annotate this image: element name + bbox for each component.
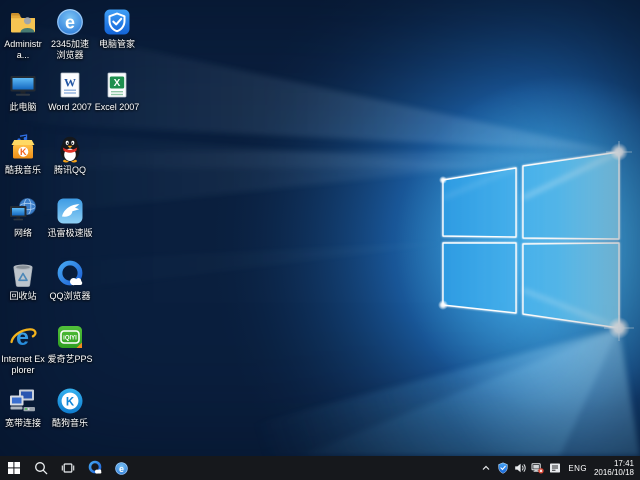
pc-manager-tray-icon [497, 462, 509, 474]
chevron-up-icon [480, 462, 492, 474]
kuwo-music-box-icon: K [0, 131, 46, 163]
kugou-music-icon: K [47, 384, 93, 416]
desktop-icon-label: 宽带连接 [0, 418, 46, 429]
desktop-icon-label: 爱奇艺PPS [47, 354, 93, 365]
svg-text:iQIYI: iQIYI [63, 336, 77, 342]
thunder-bird-icon [47, 194, 93, 226]
iqiyi-pps-icon: iQIYI [47, 320, 93, 352]
desktop-icon-this-pc[interactable]: 此电脑 [0, 68, 46, 113]
qq-penguin-icon [47, 131, 93, 163]
clock-date: 2016/10/18 [594, 468, 634, 477]
start-button[interactable] [0, 456, 27, 480]
desktop-icon-label: 2345加速浏览器 [47, 39, 93, 60]
internet-explorer-icon: e [0, 320, 46, 352]
tray-ime[interactable] [549, 462, 561, 474]
browser-2345-icon: e [47, 5, 93, 37]
svg-text:e: e [119, 463, 124, 473]
desktop-icon-iqiyi-pps[interactable]: iQIYI 爱奇艺PPS [47, 320, 93, 365]
search-icon [34, 461, 48, 475]
broadband-connection-icon [0, 384, 46, 416]
word-document-icon: W [47, 68, 93, 100]
desktop-icon-pc-manager[interactable]: 电脑管家 [94, 5, 140, 50]
desktop-icon-2345-browser[interactable]: e 2345加速浏览器 [47, 5, 93, 60]
svg-text:X: X [114, 78, 121, 89]
tray-volume[interactable] [514, 462, 526, 474]
desktop-icon-label: QQ浏览器 [47, 291, 93, 302]
windows-desktop-screen: Administra... e 2345加速浏览器 电脑管家 [0, 0, 640, 480]
task-view-icon [61, 461, 75, 475]
network-globe-icon [0, 194, 46, 226]
desktop-icon-label: 酷我音乐 [0, 165, 46, 176]
qq-browser-q-icon [47, 257, 93, 289]
svg-text:K: K [66, 397, 75, 409]
taskbar-2345-browser-button[interactable]: e [108, 456, 135, 480]
desktop-icon-qq-browser[interactable]: QQ浏览器 [47, 257, 93, 302]
tray-pc-manager[interactable] [497, 462, 509, 474]
desktop-icon-label: 网络 [0, 228, 46, 239]
desktop-icon-label: 回收站 [0, 291, 46, 302]
tray-network[interactable] [531, 462, 544, 474]
desktop-icon-label: 腾讯QQ [47, 165, 93, 176]
desktop-icon-thunder[interactable]: 迅雷极速版 [47, 194, 93, 239]
svg-text:e: e [65, 13, 75, 33]
task-view-button[interactable] [54, 456, 81, 480]
desktop-icon-kugou-music[interactable]: K 酷狗音乐 [47, 384, 93, 429]
user-folder-icon [0, 5, 46, 37]
excel-document-icon: X [94, 68, 140, 100]
desktop-icon-word-2007[interactable]: W Word 2007 [47, 68, 93, 113]
svg-text:W: W [64, 76, 76, 90]
desktop-icon-excel-2007[interactable]: X Excel 2007 [94, 68, 140, 113]
recycle-bin-icon [0, 257, 46, 289]
this-pc-icon [0, 68, 46, 100]
desktop-icon-label: Administra... [0, 39, 46, 60]
windows-start-icon [7, 461, 21, 475]
language-indicator[interactable]: ENG [566, 464, 589, 473]
svg-text:K: K [20, 147, 27, 157]
clock-time: 17:41 [594, 459, 634, 468]
taskbar-qq-browser-button[interactable] [81, 456, 108, 480]
desktop-icon-label: 酷狗音乐 [47, 418, 93, 429]
tray-chevron-button[interactable] [480, 462, 492, 474]
desktop-icon-broadband[interactable]: 宽带连接 [0, 384, 46, 429]
desktop-icon-tencent-qq[interactable]: 腾讯QQ [47, 131, 93, 176]
desktop[interactable]: Administra... e 2345加速浏览器 电脑管家 [0, 0, 640, 456]
browser-2345-taskbar-icon: e [114, 461, 129, 476]
desktop-icon-network[interactable]: 网络 [0, 194, 46, 239]
network-error-icon [531, 462, 544, 474]
desktop-icon-label: 迅雷极速版 [47, 228, 93, 239]
desktop-icon-recycle-bin[interactable]: 回收站 [0, 257, 46, 302]
desktop-icon-administrator[interactable]: Administra... [0, 5, 46, 60]
taskbar-left: e [0, 456, 135, 480]
desktop-icon-internet-explorer[interactable]: e Internet Explorer [0, 320, 46, 375]
desktop-icon-label: Word 2007 [47, 102, 93, 113]
desktop-icon-label: Internet Explorer [0, 354, 46, 375]
desktop-icon-label: Excel 2007 [94, 102, 140, 113]
ime-icon [549, 462, 561, 474]
system-tray: ENG 17:41 2016/10/18 [480, 456, 640, 480]
search-button[interactable] [27, 456, 54, 480]
qq-browser-taskbar-icon [87, 460, 103, 476]
taskbar-clock[interactable]: 17:41 2016/10/18 [594, 459, 634, 477]
svg-text:e: e [16, 324, 29, 350]
pc-manager-shield-icon [94, 5, 140, 37]
desktop-icon-label: 电脑管家 [94, 39, 140, 50]
desktop-icon-label: 此电脑 [0, 102, 46, 113]
taskbar: e [0, 456, 640, 480]
desktop-icon-kuwo-music[interactable]: K 酷我音乐 [0, 131, 46, 176]
volume-icon [514, 462, 526, 474]
